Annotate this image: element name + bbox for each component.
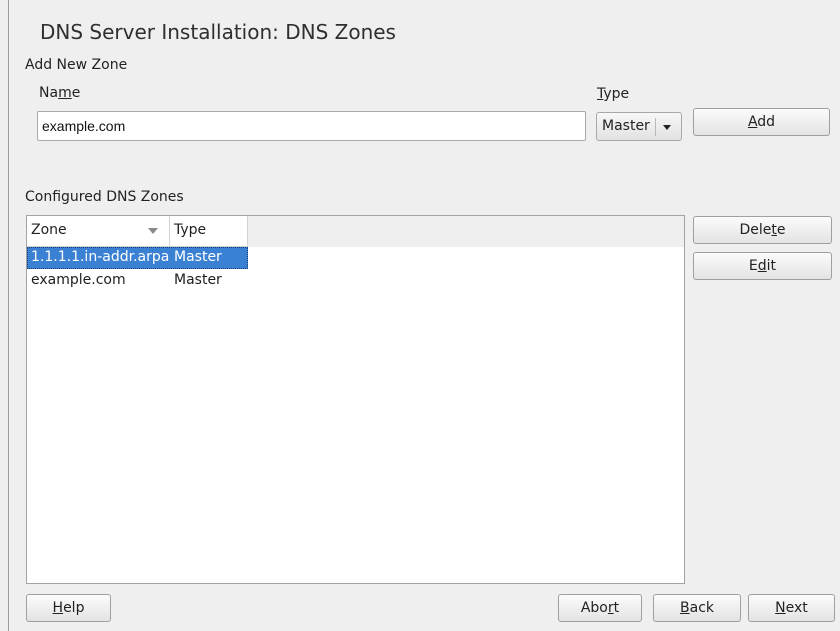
sort-descending-icon <box>148 228 158 234</box>
zone-cell: example.com <box>31 272 126 288</box>
table-row[interactable]: 1.1.1.1.in-addr.arpa Master <box>27 247 248 269</box>
help-button[interactable]: Help <box>26 594 111 622</box>
next-button[interactable]: Next <box>748 594 835 622</box>
abort-button[interactable]: Abort <box>558 594 642 622</box>
zone-cell: 1.1.1.1.in-addr.arpa <box>31 249 170 265</box>
table-header: Zone Type <box>27 216 684 247</box>
configured-zones-section-label: Configured DNS Zones <box>25 189 184 205</box>
column-header-type[interactable]: Type <box>170 216 248 247</box>
edit-zone-button[interactable]: Edit <box>693 252 832 280</box>
zone-type-combo[interactable]: Master <box>596 112 682 141</box>
chevron-down-icon[interactable] <box>659 120 675 134</box>
delete-zone-button[interactable]: Delete <box>693 216 832 244</box>
column-header-zone-label: Zone <box>31 222 67 238</box>
type-cell: Master <box>174 272 222 288</box>
page-title: DNS Server Installation: DNS Zones <box>40 20 396 44</box>
zone-name-input[interactable] <box>37 111 586 141</box>
column-header-zone[interactable]: Zone <box>27 216 170 247</box>
dialog-window: DNS Server Installation: DNS Zones Add N… <box>0 0 840 631</box>
column-header-type-label: Type <box>174 222 207 238</box>
name-field-label: Name <box>39 85 81 101</box>
type-field-label: Type <box>597 86 630 102</box>
add-zone-section-label: Add New Zone <box>25 57 128 73</box>
combo-separator <box>655 118 656 136</box>
zone-type-selected: Master <box>602 118 650 134</box>
add-zone-button[interactable]: Add <box>693 108 830 136</box>
back-button[interactable]: Back <box>653 594 741 622</box>
window-left-border <box>8 0 9 631</box>
table-row[interactable]: example.com Master <box>27 270 248 292</box>
dns-zones-table[interactable]: Zone Type 1.1.1.1.in-addr.arpa Master ex… <box>26 215 685 584</box>
type-cell: Master <box>174 249 222 265</box>
